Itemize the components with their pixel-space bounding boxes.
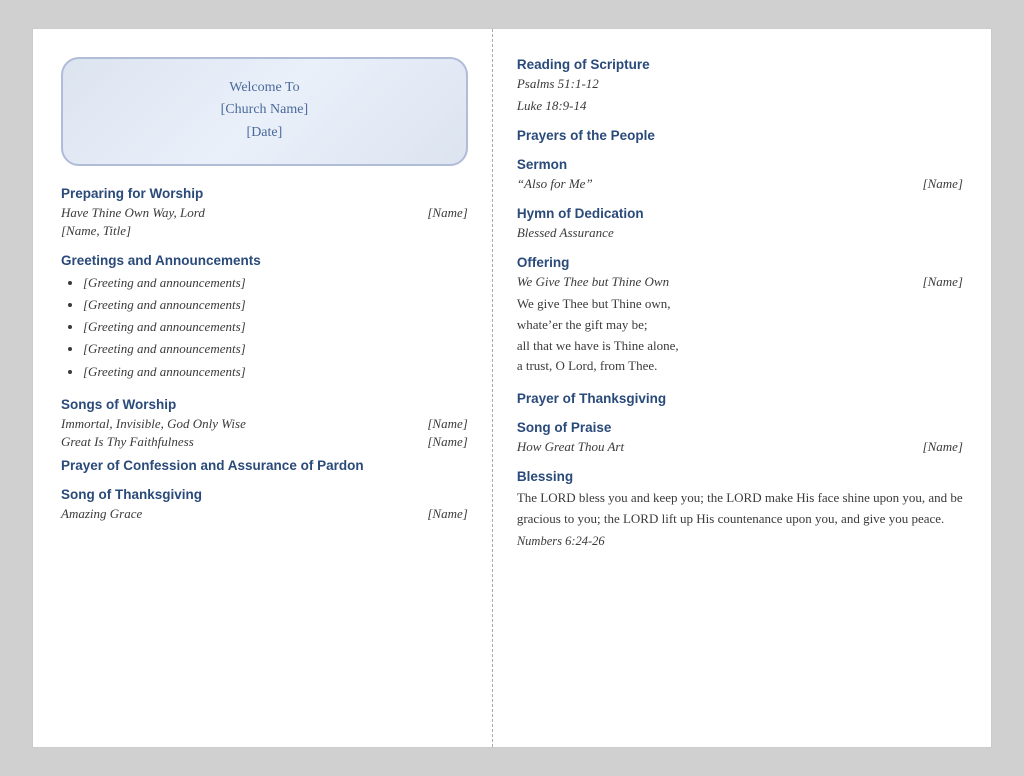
section-prayer-thanks: Prayer of Thanksgiving — [517, 391, 963, 406]
section-scripture: Reading of Scripture — [517, 57, 963, 72]
section-songs: Songs of Worship — [61, 397, 468, 412]
greetings-list: [Greeting and announcements] [Greeting a… — [61, 272, 468, 382]
section-offering: Offering — [517, 255, 963, 270]
song-1: Immortal, Invisible, God Only Wise [Name… — [61, 416, 468, 432]
offering-verse: We give Thee but Thine own, whate’er the… — [517, 294, 963, 377]
section-song-praise: Song of Praise — [517, 420, 963, 435]
greeting-4: [Greeting and announcements] — [83, 338, 468, 360]
sermon-item: “Also for Me” [Name] — [517, 176, 963, 192]
section-blessing: Blessing — [517, 469, 963, 484]
section-greetings: Greetings and Announcements — [61, 253, 468, 268]
welcome-box: Welcome To [Church Name] [Date] — [61, 57, 468, 166]
amazing-grace: Amazing Grace [Name] — [61, 506, 468, 522]
welcome-line3: [Date] — [247, 125, 283, 140]
section-sermon: Sermon — [517, 157, 963, 172]
section-confession: Prayer of Confession and Assurance of Pa… — [61, 458, 468, 473]
left-panel: Welcome To [Church Name] [Date] Preparin… — [33, 29, 493, 747]
greeting-5: [Greeting and announcements] — [83, 361, 468, 383]
right-panel: Reading of Scripture Psalms 51:1-12 Luke… — [493, 29, 991, 747]
scripture-2: Luke 18:9-14 — [517, 98, 963, 114]
welcome-line2: [Church Name] — [221, 102, 308, 117]
blessing-text: The LORD bless you and keep you; the LOR… — [517, 488, 963, 530]
greeting-1: [Greeting and announcements] — [83, 272, 468, 294]
section-prayers: Prayers of the People — [517, 128, 963, 143]
welcome-line1: Welcome To — [229, 80, 299, 95]
greeting-3: [Greeting and announcements] — [83, 316, 468, 338]
scripture-1: Psalms 51:1-12 — [517, 76, 963, 92]
blessed-assurance: Blessed Assurance — [517, 225, 963, 241]
offering-item: We Give Thee but Thine Own [Name] — [517, 274, 963, 290]
section-hymn: Hymn of Dedication — [517, 206, 963, 221]
preparing-item-1: Have Thine Own Way, Lord [Name] — [61, 205, 468, 221]
song-2: Great Is Thy Faithfulness [Name] — [61, 434, 468, 450]
church-bulletin: Welcome To [Church Name] [Date] Preparin… — [32, 28, 992, 748]
section-preparing: Preparing for Worship — [61, 186, 468, 201]
how-great: How Great Thou Art [Name] — [517, 439, 963, 455]
preparing-item-2: [Name, Title] — [61, 223, 468, 239]
section-song-thanks: Song of Thanksgiving — [61, 487, 468, 502]
blessing-ref: Numbers 6:24-26 — [517, 534, 963, 549]
greeting-2: [Greeting and announcements] — [83, 294, 468, 316]
